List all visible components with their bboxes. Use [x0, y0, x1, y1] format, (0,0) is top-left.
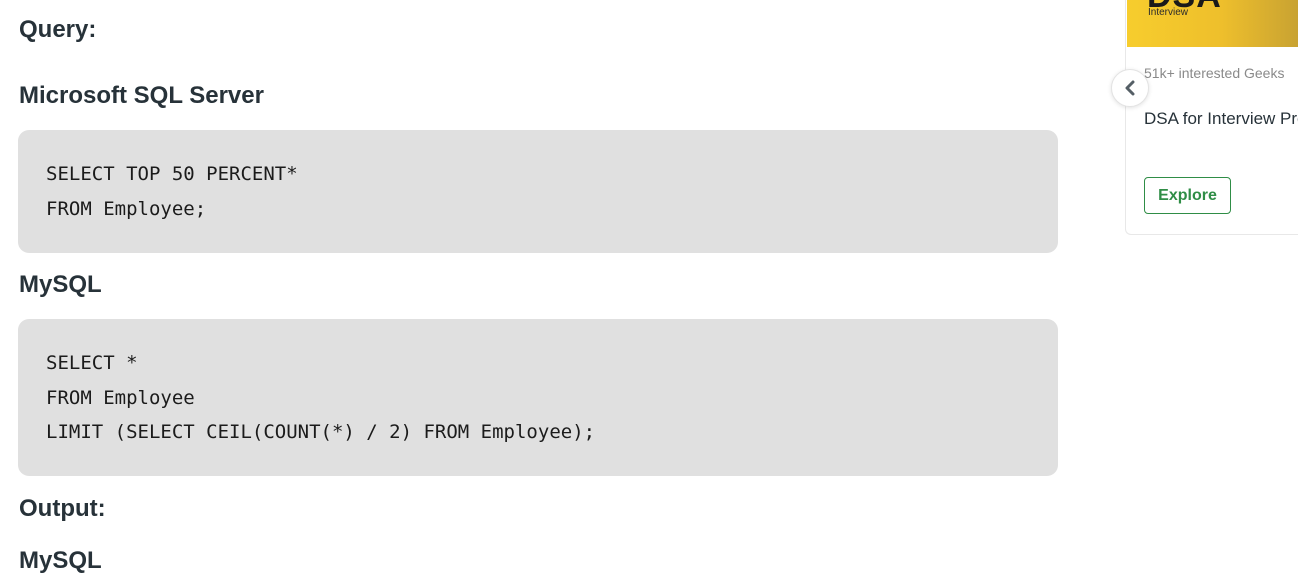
course-title[interactable]: DSA for Interview Preparation — [1144, 109, 1298, 129]
mssql-code-block[interactable]: SELECT TOP 50 PERCENT* FROM Employee; — [18, 130, 1058, 253]
mssql-heading: Microsoft SQL Server — [19, 82, 264, 109]
course-banner[interactable]: DSA Interview — [1127, 0, 1298, 47]
mysql-code-block[interactable]: SELECT * FROM Employee LIMIT (SELECT CEI… — [18, 319, 1058, 476]
code-line: FROM Employee — [46, 386, 195, 409]
article-content: Query: Microsoft SQL Server SELECT TOP 5… — [0, 0, 1070, 587]
carousel-prev-button[interactable] — [1111, 69, 1149, 107]
chevron-left-icon — [1123, 80, 1137, 96]
code-line: SELECT * — [46, 352, 138, 374]
output-mysql-heading: MySQL — [19, 547, 102, 574]
banner-subtitle: Interview — [1148, 7, 1189, 18]
query-heading: Query: — [19, 16, 97, 43]
mysql-heading: MySQL — [19, 271, 102, 298]
output-heading: Output: — [19, 495, 106, 522]
explore-button[interactable]: Explore — [1144, 177, 1231, 214]
code-line: LIMIT (SELECT CEIL(COUNT(*) / 2) FROM Em… — [46, 421, 596, 443]
interested-count: 51k+ interested Geeks — [1144, 65, 1285, 81]
code-line: FROM Employee; — [46, 197, 207, 220]
code-line: SELECT TOP 50 PERCENT* — [46, 163, 298, 185]
course-card[interactable]: DSA Interview 51k+ interested Geeks DSA … — [1125, 0, 1298, 235]
